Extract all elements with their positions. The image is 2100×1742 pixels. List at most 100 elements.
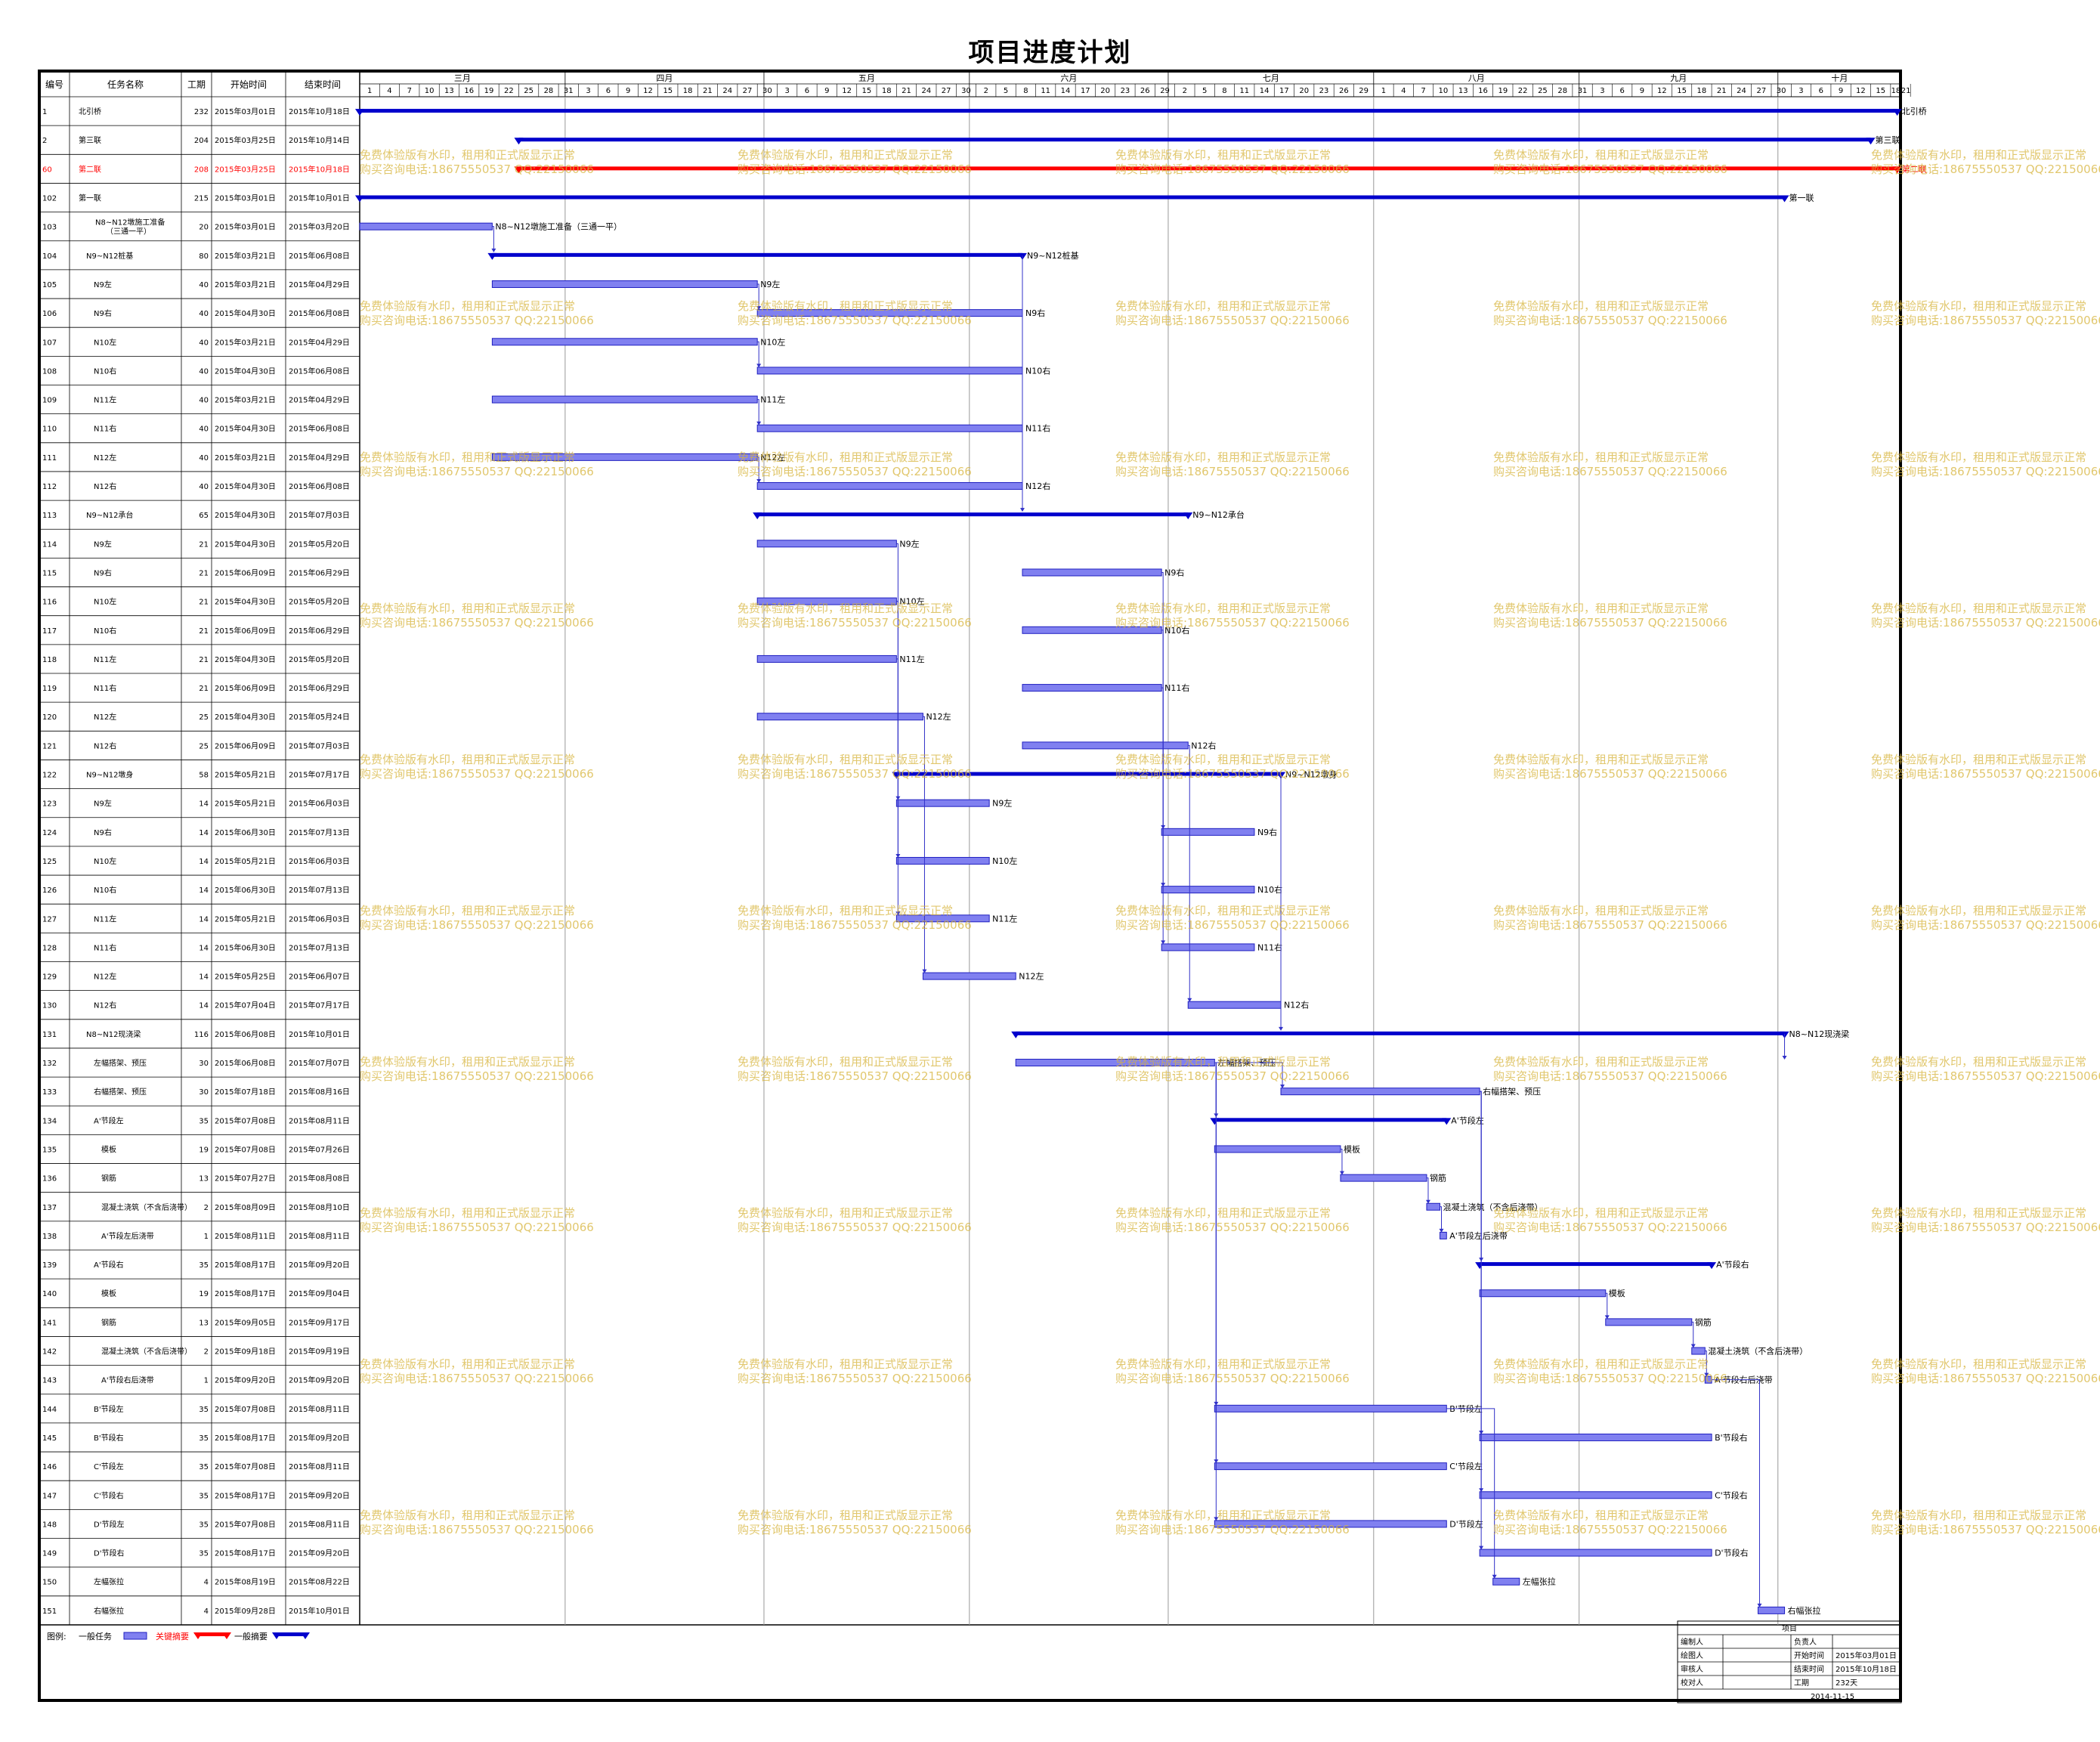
task-name: （三通一平） — [106, 227, 151, 237]
summary-bar-label: N9~N12桩基 — [1027, 250, 1079, 261]
task-end: 2015年09月17日 — [289, 1317, 350, 1327]
task-bar-label: 左幅张拉 — [1523, 1576, 1556, 1587]
task-end: 2015年06月03日 — [289, 856, 350, 866]
summary-bar-label: A'节段右 — [1716, 1259, 1749, 1270]
task-start: 2015年07月08日 — [215, 1144, 276, 1154]
day-tick-label: 17 — [1279, 87, 1289, 95]
task-id: 125 — [42, 858, 57, 866]
task-start: 2015年08月17日 — [215, 1490, 276, 1500]
task-start: 2015年03月01日 — [215, 193, 276, 203]
task-start: 2015年08月17日 — [215, 1433, 276, 1443]
task-id: 119 — [42, 685, 57, 693]
day-tick-label: 12 — [643, 87, 653, 95]
task-end: 2015年10月01日 — [289, 193, 350, 203]
task-name: 第二联 — [79, 164, 101, 174]
task-start: 2015年05月21日 — [215, 770, 276, 780]
task-bar — [1757, 1606, 1786, 1614]
task-duration: 21 — [199, 599, 209, 607]
task-bar — [1479, 1549, 1712, 1557]
day-tick-label: 19 — [484, 87, 494, 95]
task-name: D'节段左 — [94, 1519, 124, 1529]
legend-summary-label: 一般摘要 — [234, 1631, 268, 1641]
legend-critical-swatch — [198, 1632, 227, 1636]
task-bar — [1022, 684, 1162, 692]
day-tick-label: 9 — [1839, 87, 1843, 95]
task-duration: 35 — [199, 1406, 209, 1414]
task-duration: 40 — [199, 281, 209, 289]
dependency-line — [1214, 1062, 1217, 1521]
gantt-chart: 编号 任务名称 工期 开始时间 结束时间三月 四月 五月 六月 七月 八月 九月 十月1 4 7 10 13 1… — [39, 71, 1927, 1703]
day-tick-label: 30 — [762, 87, 772, 95]
task-end: 2015年06月07日 — [289, 972, 350, 982]
col-header-duration: 工期 — [187, 79, 206, 90]
task-bar — [1426, 1202, 1441, 1211]
task-duration: 14 — [199, 973, 209, 982]
task-start: 2015年08月09日 — [215, 1202, 276, 1212]
dependency-line — [923, 716, 925, 973]
task-start: 2015年06月30日 — [215, 885, 276, 895]
day-tick-label: 1 — [367, 87, 372, 95]
task-id: 118 — [42, 656, 57, 664]
task-end: 2015年04月29日 — [289, 453, 350, 463]
summary-bar-label: 第三联 — [1876, 135, 1901, 145]
day-tick-label: 31 — [564, 87, 574, 95]
task-name: N8~N12墩施工准备 — [95, 218, 165, 227]
task-bar — [491, 453, 758, 461]
col-header-end: 结束时间 — [305, 79, 341, 90]
task-start: 2015年06月08日 — [215, 1058, 276, 1068]
task-name: N11左 — [94, 654, 116, 664]
task-name: 第三联 — [79, 135, 101, 145]
task-start: 2015年05月21日 — [215, 914, 276, 924]
task-end: 2015年09月19日 — [289, 1347, 350, 1357]
dependency-arrow — [1279, 1026, 1284, 1031]
task-start: 2015年07月08日 — [215, 1519, 276, 1529]
task-id: 124 — [42, 829, 57, 837]
dependency-line — [896, 658, 898, 915]
task-id: 141 — [42, 1319, 57, 1327]
day-tick-label: 26 — [1339, 87, 1349, 95]
task-bar-label: 右幅搭架、预压 — [1483, 1086, 1541, 1097]
task-bar — [1479, 1433, 1712, 1441]
task-bar — [1161, 886, 1255, 894]
task-start: 2015年03月21日 — [215, 337, 276, 347]
task-name: 右幅搭架、预压 — [94, 1087, 147, 1097]
task-bar-label: 混凝土浇筑（不含后浇带） — [1708, 1346, 1808, 1357]
task-bar-label: C'节段右 — [1715, 1490, 1748, 1500]
task-end: 2015年07月03日 — [289, 741, 350, 750]
task-bar-label: N12左 — [1019, 972, 1044, 982]
task-start: 2015年04月30日 — [215, 712, 276, 722]
task-id: 111 — [42, 454, 57, 463]
task-id: 128 — [42, 944, 57, 952]
task-start: 2015年04月30日 — [215, 597, 276, 607]
task-end: 2015年06月08日 — [289, 308, 350, 318]
task-duration: 13 — [199, 1175, 209, 1184]
task-name: N11左 — [94, 395, 116, 405]
task-name: N10左 — [94, 856, 116, 866]
summary-bar — [757, 512, 1189, 517]
task-bar-label: 混凝土浇筑（不含后浇带） — [1443, 1202, 1543, 1212]
task-bar-label: N11左 — [760, 395, 785, 405]
task-name: N10左 — [94, 337, 116, 347]
task-bar-label: N10右 — [1025, 365, 1050, 376]
task-name: 左幅搭架、预压 — [94, 1058, 147, 1068]
day-tick-label: 10 — [425, 87, 435, 95]
task-end: 2015年07月13日 — [289, 885, 350, 895]
day-tick-label: 21 — [703, 87, 713, 95]
task-start: 2015年04月30日 — [215, 481, 276, 491]
task-bar — [1704, 1375, 1712, 1384]
dependency-arrow — [491, 248, 496, 252]
task-bar — [1440, 1231, 1447, 1239]
task-start: 2015年03月25日 — [215, 164, 276, 174]
task-bar-label: C'节段左 — [1449, 1461, 1483, 1471]
summary-bar — [518, 166, 1897, 171]
task-id: 60 — [42, 166, 52, 174]
summary-bar — [896, 772, 1282, 776]
day-tick-label: 15 — [862, 87, 872, 95]
task-bar-label: N12左 — [760, 453, 785, 463]
task-bar — [1214, 1404, 1447, 1412]
task-bar — [359, 222, 493, 231]
task-id: 145 — [42, 1434, 57, 1443]
summary-bar-label: 第一联 — [1789, 193, 1814, 203]
task-bar-label: D'节段左 — [1449, 1518, 1483, 1529]
task-id: 114 — [42, 540, 57, 549]
